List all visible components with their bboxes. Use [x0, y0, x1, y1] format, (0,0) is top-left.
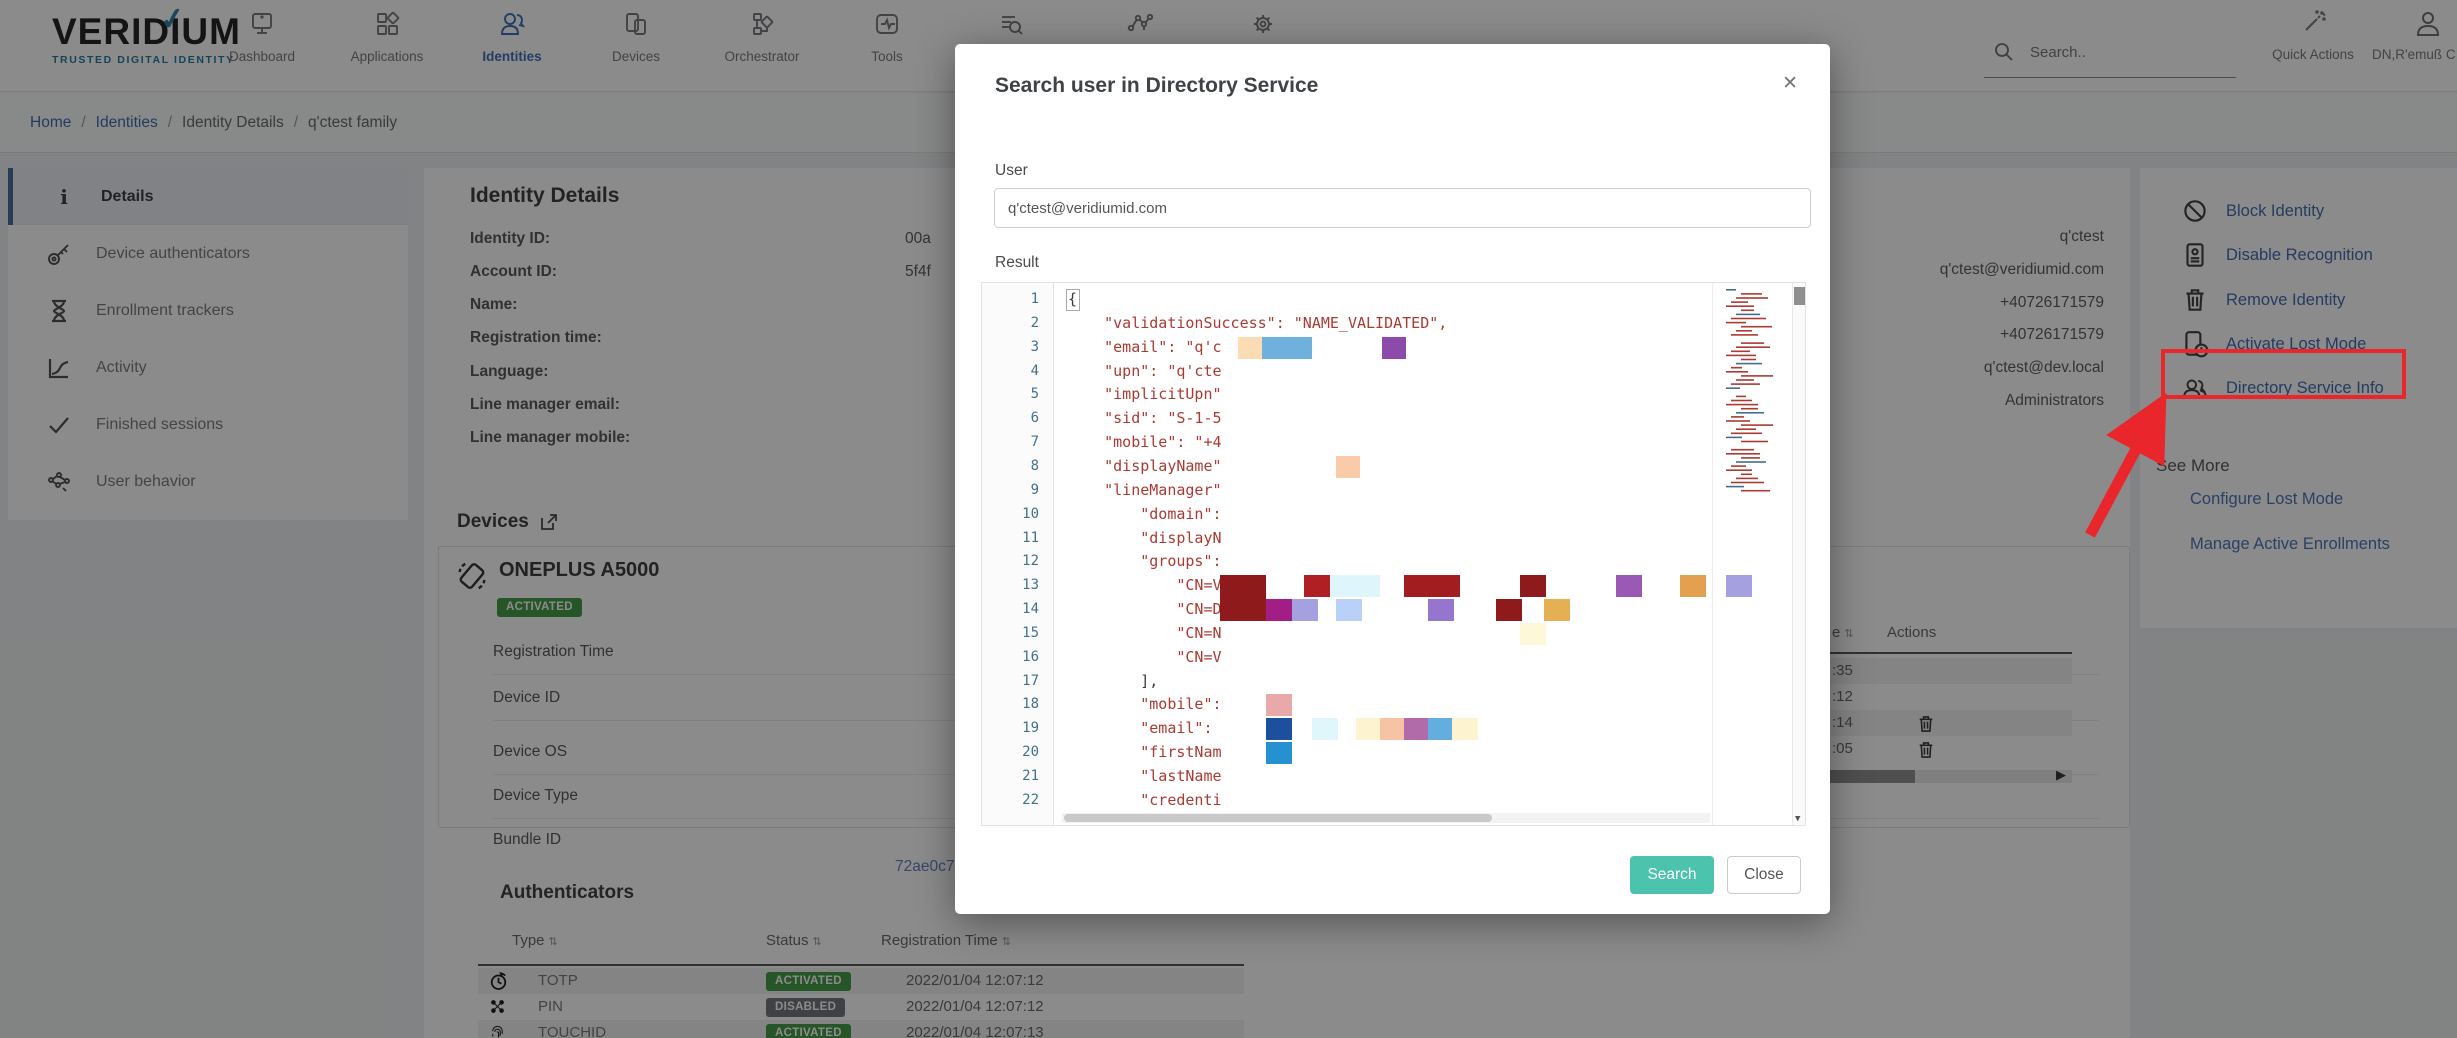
- code-line: "upn": "q'cte: [1068, 362, 1222, 380]
- line-number: 16: [999, 649, 1039, 665]
- code-line: ],: [1068, 672, 1158, 690]
- code-line: {: [1068, 290, 1077, 308]
- line-number: 19: [999, 720, 1039, 736]
- redacted-block: [1452, 718, 1478, 740]
- redacted-block: [1726, 575, 1752, 597]
- user-field-label: User: [995, 162, 1028, 180]
- redacted-block: [1312, 718, 1338, 740]
- redacted-block: [1330, 575, 1380, 597]
- code-line: "CN=V: [1068, 648, 1222, 666]
- horizontal-scrollbar[interactable]: [1062, 813, 1710, 823]
- code-line: "displayN: [1068, 529, 1222, 547]
- code-line: "displayName": [1068, 457, 1222, 475]
- code-line: "email": "q'c: [1068, 338, 1222, 356]
- line-number: 12: [999, 553, 1039, 569]
- code-line: "lineManager": [1068, 481, 1222, 499]
- close-icon[interactable]: ✕: [1782, 72, 1798, 95]
- modal-title: Search user in Directory Service: [995, 74, 1318, 98]
- editor-gutter: 12345678910111213141516171819202122: [982, 283, 1054, 825]
- scrollbar-thumb[interactable]: [1794, 287, 1805, 305]
- line-number: 1: [999, 291, 1039, 307]
- directory-service-modal: Search user in Directory Service ✕ User …: [955, 44, 1830, 914]
- redacted-block: [1616, 575, 1642, 597]
- search-button[interactable]: Search: [1630, 856, 1714, 894]
- line-number: 14: [999, 601, 1039, 617]
- line-number: 18: [999, 696, 1039, 712]
- line-number: 3: [999, 339, 1039, 355]
- line-number: 6: [999, 410, 1039, 426]
- redacted-block: [1266, 694, 1292, 716]
- redacted-block: [1520, 575, 1546, 597]
- redacted-block: [1304, 575, 1330, 597]
- redacted-block: [1428, 599, 1454, 621]
- code-line: "email":: [1068, 719, 1213, 737]
- redacted-block: [1266, 718, 1292, 740]
- code-line: "groups":: [1068, 552, 1222, 570]
- redacted-block: [1496, 599, 1522, 621]
- code-line: "sid": "S-1-5: [1068, 409, 1222, 427]
- redacted-block: [1520, 623, 1546, 645]
- redacted-block: [1544, 599, 1570, 621]
- line-number: 9: [999, 482, 1039, 498]
- redacted-block: [1266, 599, 1292, 621]
- line-number: 4: [999, 363, 1039, 379]
- redacted-block: [1356, 718, 1382, 740]
- redacted-block: [1404, 575, 1460, 597]
- code-line: "lastName: [1068, 767, 1222, 785]
- line-number: 20: [999, 744, 1039, 760]
- redacted-block: [1428, 718, 1454, 740]
- user-input[interactable]: [994, 188, 1811, 228]
- code-line: "credenti: [1068, 791, 1222, 809]
- redacted-block: [1262, 337, 1312, 359]
- redacted-block: [1266, 742, 1292, 764]
- line-number: 22: [999, 792, 1039, 808]
- redacted-block: [1382, 337, 1406, 359]
- line-number: 10: [999, 506, 1039, 522]
- close-button[interactable]: Close: [1727, 856, 1801, 894]
- code-line: "mobile":: [1068, 695, 1222, 713]
- line-number: 15: [999, 625, 1039, 641]
- code-line: "CN=N: [1068, 624, 1222, 642]
- redacted-block: [1238, 337, 1262, 359]
- redacted-block: [1380, 718, 1406, 740]
- code-line: "CN=D: [1068, 600, 1222, 618]
- result-label: Result: [995, 254, 1039, 272]
- vertical-scrollbar[interactable]: ▼: [1792, 283, 1805, 825]
- code-line: "implicitUpn": [1068, 385, 1222, 403]
- scrollbar-thumb[interactable]: [1064, 814, 1492, 822]
- line-number: 11: [999, 530, 1039, 546]
- code-line: "validationSuccess": "NAME_VALIDATED",: [1068, 314, 1447, 332]
- line-number: 21: [999, 768, 1039, 784]
- json-result-editor[interactable]: 12345678910111213141516171819202122 { "v…: [981, 282, 1806, 826]
- line-number: 8: [999, 458, 1039, 474]
- line-number: 2: [999, 315, 1039, 331]
- print-margin-line: [1712, 283, 1713, 825]
- code-line: "CN=V: [1068, 576, 1222, 594]
- redacted-block: [1220, 575, 1266, 621]
- code-line: "firstNam: [1068, 743, 1222, 761]
- line-number: 17: [999, 673, 1039, 689]
- line-number: 5: [999, 386, 1039, 402]
- redacted-block: [1336, 456, 1360, 478]
- editor-minimap: [1723, 287, 1773, 497]
- redacted-block: [1336, 599, 1362, 621]
- veridium-app: VERIDIUM ✓ TRUSTED DIGITAL IDENTITY Dash…: [0, 0, 2457, 1038]
- code-line: "mobile": "+4: [1068, 433, 1222, 451]
- line-number: 13: [999, 577, 1039, 593]
- redacted-block: [1292, 599, 1318, 621]
- redacted-block: [1404, 718, 1430, 740]
- line-number: 7: [999, 434, 1039, 450]
- scroll-down-arrow[interactable]: ▼: [1795, 814, 1800, 824]
- redacted-block: [1680, 575, 1706, 597]
- code-line: "domain":: [1068, 505, 1222, 523]
